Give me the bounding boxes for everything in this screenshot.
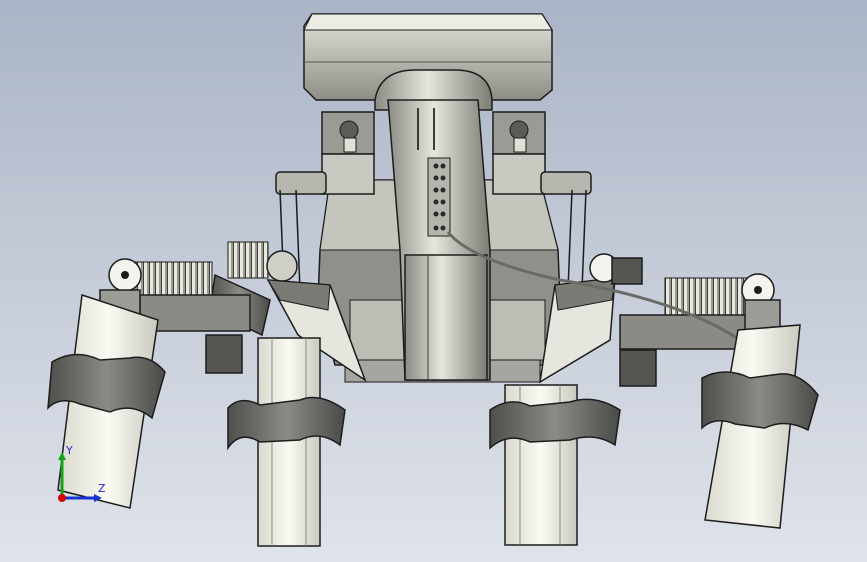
left-shoulder-motor bbox=[321, 111, 375, 195]
leg-front-left bbox=[227, 337, 346, 547]
leg-rear-right bbox=[701, 324, 819, 529]
z-axis-arrow-icon bbox=[94, 494, 102, 502]
orientation-triad: Y Z bbox=[58, 444, 106, 502]
z-axis-label: Z bbox=[98, 482, 106, 495]
y-axis-arrow-icon bbox=[58, 452, 66, 460]
x-axis-origin-icon bbox=[58, 494, 66, 502]
leg-front-right bbox=[489, 384, 621, 546]
y-axis-label: Y bbox=[65, 444, 73, 457]
cad-viewport[interactable]: Y Z bbox=[0, 0, 867, 562]
right-shoulder-motor bbox=[492, 111, 546, 195]
robot-assembly-model[interactable] bbox=[0, 0, 867, 562]
